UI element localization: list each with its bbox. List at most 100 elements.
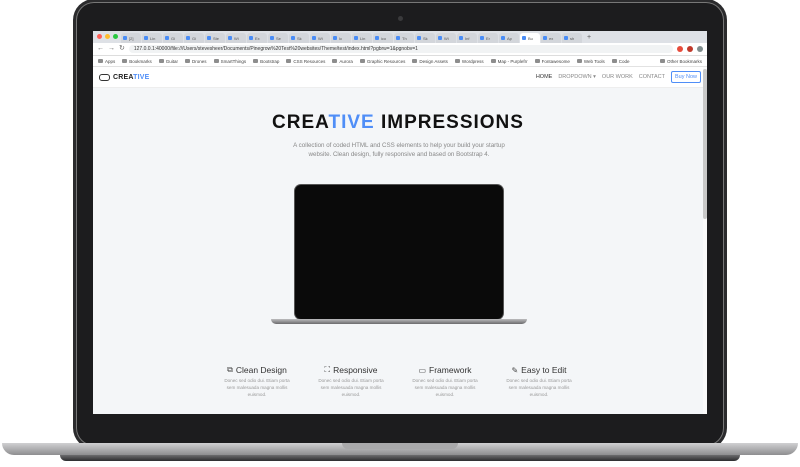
tab-favicon-icon: [249, 36, 253, 40]
laptop-mockup: [2] Lin Gi Gi Ste Wi Ex Se Sk Wi Ic Lin ico Th Sk Wi Inf…: [0, 0, 800, 467]
browser-toolbar: ← → ↻ 127.0.0.1:40000/file:///Users/stev…: [93, 43, 707, 56]
browser-tab[interactable]: ico: [373, 33, 393, 43]
tab-label: Ap: [507, 35, 512, 41]
laptop-notch: [342, 443, 458, 449]
tab-strip: [2] Lin Gi Gi Ste Wi Ex Se Sk Wi Ic Lin ico Th Sk Wi Inf…: [93, 31, 707, 43]
address-bar[interactable]: 127.0.0.1:40000/file:///Users/stevesheer…: [128, 45, 673, 53]
tab-favicon-icon: [291, 36, 295, 40]
new-tab-button[interactable]: +: [587, 33, 591, 43]
extension-icon[interactable]: [677, 46, 683, 52]
bookmark-item[interactable]: SmartThings: [213, 59, 246, 64]
tab-favicon-icon: [438, 36, 442, 40]
tab-label: ico: [381, 35, 387, 41]
feature-heading: ✎ Easy to Edit: [502, 365, 576, 375]
nav-home-link[interactable]: HOME: [536, 74, 553, 80]
nav-work-link[interactable]: OUR WORK: [602, 74, 633, 80]
browser-tab[interactable]: Wi: [310, 33, 330, 43]
feature-icon: ▭: [418, 365, 427, 375]
webcam: [398, 16, 403, 21]
bookmark-item[interactable]: Guitar: [158, 59, 178, 64]
site-menu: HOME DROPDOWN ▾ OUR WORK CONTACT Buy Now: [536, 71, 701, 83]
reload-icon[interactable]: ↻: [119, 43, 125, 55]
minimize-window-button[interactable]: [105, 34, 110, 39]
bookmark-item[interactable]: Drones: [185, 59, 207, 64]
browser-tab[interactable]: Th: [394, 33, 414, 43]
window-controls: [97, 34, 118, 39]
browser-tab[interactable]: Wi: [436, 33, 456, 43]
browser-tab[interactable]: Gi: [184, 33, 204, 43]
browser-tab[interactable]: Ic: [331, 33, 351, 43]
bookmark-item[interactable]: Graphic Resources: [359, 59, 405, 64]
browser-tab[interactable]: Lin: [142, 33, 162, 43]
laptop-foot: [60, 455, 740, 461]
folder-icon: [454, 59, 460, 63]
tab-favicon-icon: [417, 36, 421, 40]
folder-icon: [98, 59, 103, 63]
browser-window: [2] Lin Gi Gi Ste Wi Ex Se Sk Wi Ic Lin ico Th Sk Wi Inf…: [93, 31, 707, 414]
tab-favicon-icon: [144, 36, 148, 40]
page-scrollbar[interactable]: [703, 67, 707, 414]
tab-favicon-icon: [375, 36, 379, 40]
buy-now-button[interactable]: Buy Now: [670, 71, 701, 83]
bookmark-item[interactable]: Aurora: [332, 59, 353, 64]
tab-label: [2]: [129, 35, 134, 41]
tab-label: Lin: [360, 35, 366, 41]
feature-title: Clean Design: [235, 365, 287, 375]
feature-card: ⛶ Responsive Donec sed odio dui. Etiam por…: [314, 365, 388, 398]
browser-tab[interactable]: Inf: [457, 33, 477, 43]
feature-text: Donec sed odio dui. Etiam porta sem male…: [224, 378, 290, 397]
tab-label: Inf: [465, 35, 470, 41]
tab-favicon-icon: [501, 36, 505, 40]
browser-tab[interactable]: Sk: [289, 33, 309, 43]
bookmark-item[interactable]: Apps: [98, 59, 115, 64]
bookmarks-bar: Apps Bookmarks Guitar Drones SmartThings Boot…: [93, 56, 707, 67]
folder-icon: [576, 59, 582, 63]
browser-tab[interactable]: Se: [268, 33, 288, 43]
bookmark-item[interactable]: Design Assets: [412, 59, 448, 64]
hero-laptop-base: [271, 319, 527, 324]
tab-label: Bu: [528, 35, 533, 41]
bookmark-item[interactable]: Bookmarks: [122, 59, 152, 64]
browser-tab[interactable]: Ap: [499, 33, 519, 43]
back-icon[interactable]: ←: [97, 43, 104, 55]
features-row: ⧉ Clean Design Donec sed odio dui. Etiam p…: [93, 365, 703, 398]
bookmark-item[interactable]: Code: [611, 59, 630, 64]
browser-tab[interactable]: Lin: [352, 33, 372, 43]
browser-tab[interactable]: [2]: [121, 33, 141, 43]
close-window-button[interactable]: [97, 34, 102, 39]
browser-tab[interactable]: Sk: [415, 33, 435, 43]
tab-label: Gi: [171, 35, 175, 41]
tab-label: Wi: [234, 35, 239, 41]
folder-icon: [611, 59, 617, 63]
tab-label: ex: [549, 35, 554, 41]
feature-icon: ✎: [511, 365, 519, 375]
other-bookmarks[interactable]: Other Bookmarks: [659, 59, 702, 64]
bookmark-item[interactable]: Wordpress: [454, 59, 484, 64]
browser-tab[interactable]: ex: [541, 33, 561, 43]
nav-contact-link[interactable]: CONTACT: [639, 74, 665, 80]
forward-icon[interactable]: →: [108, 43, 115, 55]
browser-tab[interactable]: Er: [478, 33, 498, 43]
tab-label: Lin: [150, 35, 156, 41]
browser-tab[interactable]: Gi: [163, 33, 183, 43]
browser-tab[interactable]: sh: [562, 33, 582, 43]
tab-label: Ste: [213, 35, 220, 41]
profile-icon[interactable]: [697, 46, 703, 52]
folder-icon: [253, 59, 259, 63]
browser-tab[interactable]: Wi: [226, 33, 246, 43]
scrollbar-thumb[interactable]: [703, 69, 707, 219]
bookmark-item[interactable]: Bootstrap: [253, 59, 279, 64]
laptop-base: [2, 443, 798, 455]
browser-tab[interactable]: Bu: [520, 33, 540, 43]
maximize-window-button[interactable]: [113, 34, 118, 39]
bookmark-item[interactable]: Fontawesome: [534, 59, 570, 64]
feature-heading: ⛶ Responsive: [314, 365, 388, 375]
extension-icon[interactable]: [687, 46, 693, 52]
bookmark-item[interactable]: Map - Purplefrr: [490, 59, 528, 64]
bookmark-item[interactable]: CSS Resources: [286, 59, 325, 64]
browser-tab[interactable]: Ste: [205, 33, 225, 43]
nav-dropdown-link[interactable]: DROPDOWN ▾: [558, 74, 596, 80]
bookmark-item[interactable]: Web Tools: [576, 59, 605, 64]
browser-tab[interactable]: Ex: [247, 33, 267, 43]
site-logo[interactable]: CREATIVE: [99, 73, 149, 81]
